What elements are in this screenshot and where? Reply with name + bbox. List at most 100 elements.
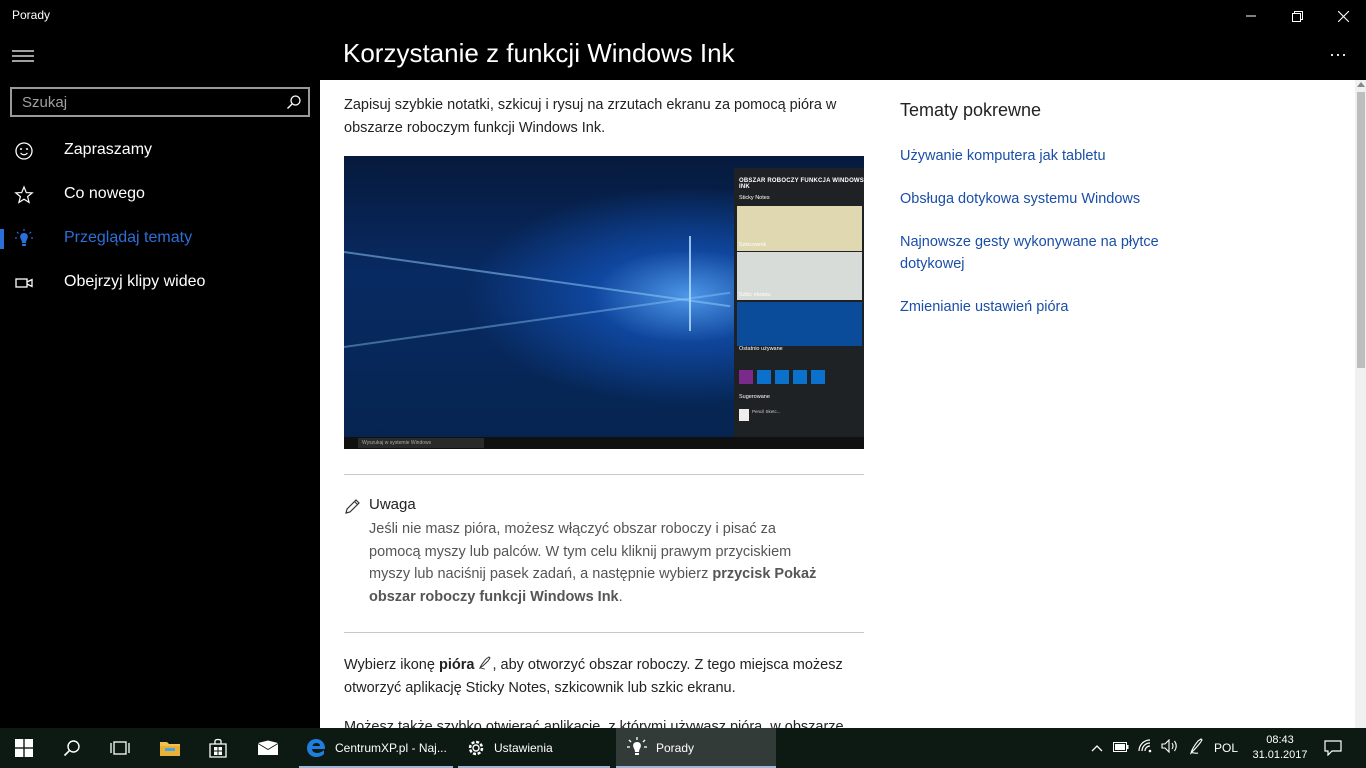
folder-icon xyxy=(160,742,180,756)
restore-button[interactable] xyxy=(1274,0,1320,32)
close-icon xyxy=(1337,10,1349,22)
page-title: Korzystanie z funkcji Windows Ink xyxy=(343,38,735,68)
article-paragraph: Wybierz ikonę pióra , aby otworzyć obsza… xyxy=(344,654,864,700)
taskbar-app-label: Ustawienia xyxy=(494,741,553,755)
related-link[interactable]: Zmienianie ustawień pióra xyxy=(900,296,1200,318)
content-area: Zapisuj szybkie notatki, szkicuj i rysuj… xyxy=(320,80,1355,728)
taskbar-app-edge[interactable]: CentrumXP.pl - Naj... xyxy=(299,728,453,768)
paragraph-bold: pióra xyxy=(438,657,475,673)
clock[interactable]: 08:43 31.01.2017 xyxy=(1250,733,1310,763)
search-box xyxy=(10,87,310,117)
system-tray: POL xyxy=(1086,728,1242,768)
suggested-app-name: Pencil Sketc... xyxy=(752,409,781,414)
search-icon xyxy=(63,740,80,757)
vertical-scrollbar[interactable] xyxy=(1355,80,1366,728)
task-view-button[interactable] xyxy=(96,728,144,768)
sticky-notes-label: Sticky Notes xyxy=(739,195,770,201)
note-body: Jeśli nie masz pióra, możesz włączyć obs… xyxy=(369,518,829,608)
wifi-icon[interactable] xyxy=(1134,738,1158,758)
scrollbar-thumb[interactable] xyxy=(1357,92,1365,368)
hamburger-menu-button[interactable] xyxy=(12,46,36,66)
pencil-icon xyxy=(344,498,361,515)
taskbar: CentrumXP.pl - Naj... Ustawienia Porady … xyxy=(0,728,1366,768)
sidebar-item-label: Przeglądaj tematy xyxy=(64,229,193,246)
action-center-button[interactable] xyxy=(1316,728,1350,768)
sidebar-item-videos[interactable]: Obejrzyj klipy wideo xyxy=(0,261,320,305)
close-button[interactable] xyxy=(1320,0,1366,32)
divider xyxy=(344,632,864,633)
sidebar-item-label: Zapraszamy xyxy=(64,141,153,158)
photos-icon xyxy=(793,370,807,384)
title-bar: Porady xyxy=(0,0,1366,32)
related-link[interactable]: Obsługa dotykowa systemu Windows xyxy=(900,188,1200,210)
taskbar-mail[interactable] xyxy=(244,728,292,768)
related-topics-title: Tematy pokrewne xyxy=(900,100,1042,120)
edge-icon xyxy=(307,739,326,757)
sidebar-item-welcome[interactable]: Zapraszamy xyxy=(0,129,320,173)
sidebar-item-label: Co nowego xyxy=(64,185,145,202)
minimize-icon xyxy=(1246,15,1256,17)
article-intro: Zapisuj szybkie notatki, szkicuj i rysuj… xyxy=(344,97,837,136)
maps-icon xyxy=(757,370,771,384)
search-input[interactable] xyxy=(12,89,282,115)
store-icon xyxy=(209,738,227,758)
divider xyxy=(344,474,864,475)
sidebar-item-label: Obejrzyj klipy wideo xyxy=(64,273,206,290)
start-button[interactable] xyxy=(0,728,48,768)
pen-icon xyxy=(478,656,492,673)
related-link[interactable]: Najnowsze gesty wykonywane na płytce dot… xyxy=(900,231,1200,275)
related-topics: Tematy pokrewne Używanie komputera jak t… xyxy=(900,100,1200,339)
star-icon xyxy=(14,185,34,205)
chevron-up-icon[interactable] xyxy=(1086,739,1108,757)
taskbar-app-tips[interactable]: Porady xyxy=(616,728,776,768)
taskbar-app-label: CentrumXP.pl - Naj... xyxy=(335,741,447,755)
tips-app-window: Porady Zapraszamy C xyxy=(0,0,1366,728)
wallpaper-window-logo xyxy=(689,236,734,331)
windows-ink-screenshot: OBSZAR ROBOCZY FUNKCJA WINDOWS INK Stick… xyxy=(344,156,864,449)
windows-ink-pen-icon[interactable] xyxy=(1182,737,1210,760)
sidebar-item-whats-new[interactable]: Co nowego xyxy=(0,173,320,217)
battery-icon[interactable] xyxy=(1108,739,1134,757)
recent-label: Ostatnio używane xyxy=(739,346,783,352)
taskbar-search-button[interactable] xyxy=(48,728,96,768)
volume-icon[interactable] xyxy=(1158,738,1182,758)
windows-logo-icon xyxy=(15,739,33,757)
article-paragraph: Możesz także szybko otwierać aplikacje, … xyxy=(344,719,844,728)
sidebar-item-browse-topics[interactable]: Przeglądaj tematy xyxy=(0,217,320,261)
tips-lightbulb-icon xyxy=(627,737,647,755)
notification-icon xyxy=(1324,740,1342,756)
mini-search-box: Wyszukaj w systemie Windows xyxy=(358,438,484,448)
taskbar-app-settings[interactable]: Ustawienia xyxy=(458,728,610,768)
edge-icon xyxy=(775,370,789,384)
screen-sketch-tile xyxy=(737,302,862,346)
clock-time: 08:43 xyxy=(1266,734,1294,746)
note-title: Uwaga xyxy=(369,496,416,513)
language-indicator[interactable]: POL xyxy=(1210,741,1242,755)
hamburger-icon xyxy=(12,50,34,62)
tips-icon xyxy=(811,370,825,384)
suggested-label: Sugerowane xyxy=(739,394,770,400)
suggested-app-icon xyxy=(739,409,749,421)
sketchpad-label: Szkicownik xyxy=(739,242,767,248)
screen-sketch-label: Szkic ekranu xyxy=(739,292,771,298)
taskbar-store[interactable] xyxy=(194,728,242,768)
scroll-up-arrow-icon[interactable] xyxy=(1357,82,1365,87)
ink-panel-title: OBSZAR ROBOCZY FUNKCJA WINDOWS INK xyxy=(739,178,864,190)
restore-icon xyxy=(1291,10,1303,22)
app-title: Porady xyxy=(12,8,51,22)
taskbar-app-label: Porady xyxy=(656,741,695,755)
smiley-icon xyxy=(14,141,34,161)
more-options-button[interactable]: ··· xyxy=(1326,44,1350,68)
minimize-button[interactable] xyxy=(1228,0,1274,32)
settings-gear-icon xyxy=(468,740,484,756)
lightbulb-icon xyxy=(14,229,34,249)
recent-apps xyxy=(739,370,825,384)
related-link[interactable]: Używanie komputera jak tabletu xyxy=(900,145,1200,167)
paragraph-text: Wybierz ikonę xyxy=(344,657,439,673)
sidebar-nav: Zapraszamy Co nowego Przeglądaj tematy O… xyxy=(0,129,320,305)
taskbar-file-explorer[interactable] xyxy=(146,728,194,768)
ink-workspace-panel: OBSZAR ROBOCZY FUNKCJA WINDOWS INK Stick… xyxy=(734,168,864,437)
search-icon[interactable] xyxy=(286,94,302,110)
video-icon xyxy=(14,273,34,293)
clock-date: 31.01.2017 xyxy=(1252,749,1308,761)
